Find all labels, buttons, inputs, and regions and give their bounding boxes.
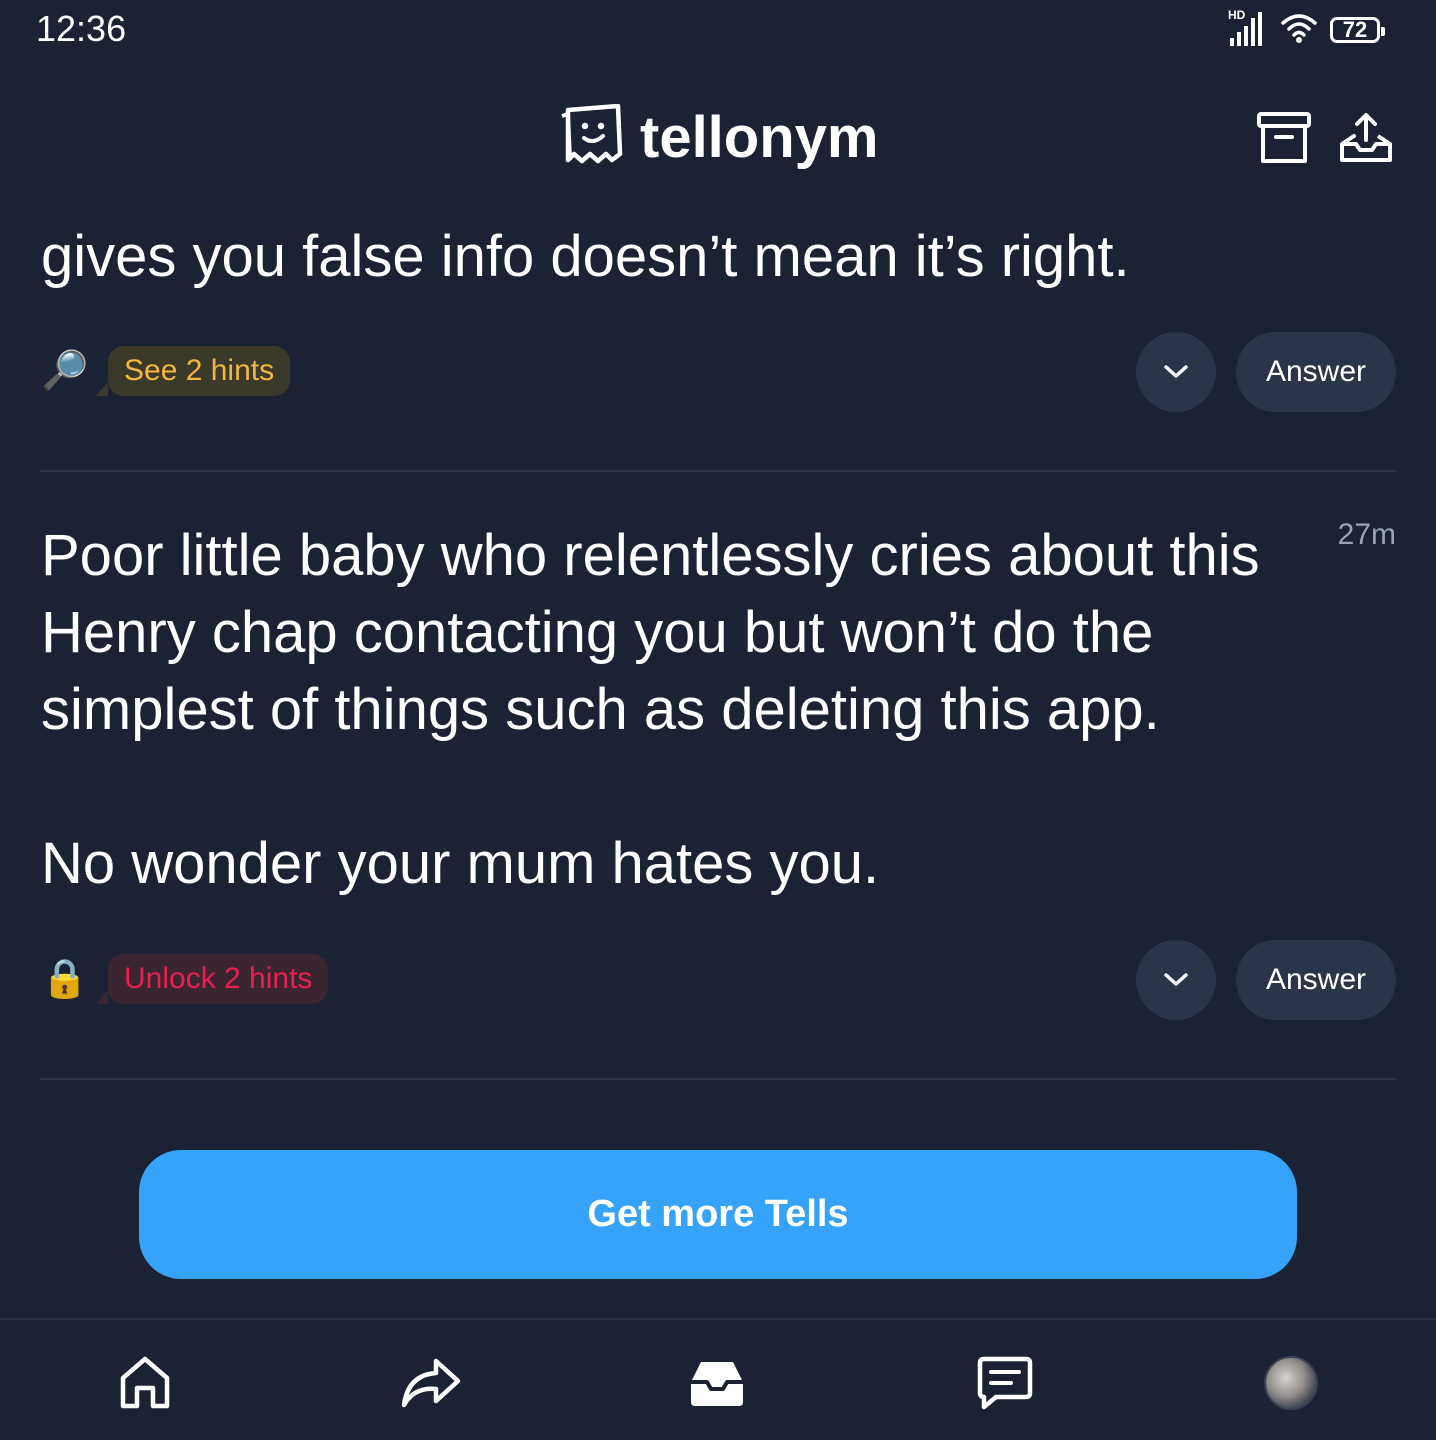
tell-timestamp: 27m: [1337, 518, 1396, 551]
hint-row: 🔎 See 2 hints: [40, 346, 291, 396]
wifi-icon: [1280, 11, 1318, 50]
unlock-hints-button[interactable]: Unlock 2 hints: [95, 954, 329, 1004]
share-icon[interactable]: [396, 1348, 466, 1418]
divider: [40, 1078, 1396, 1080]
status-time: 12:36: [36, 8, 127, 49]
answer-button[interactable]: Answer: [1236, 940, 1396, 1020]
expand-options-button[interactable]: [1136, 332, 1216, 412]
magnifier-icon: 🔎: [41, 350, 89, 392]
share-inbox-icon[interactable]: [1336, 108, 1396, 168]
chat-icon[interactable]: [970, 1348, 1040, 1418]
hint-row: 🔒 Unlock 2 hints: [40, 954, 329, 1004]
get-more-tells-button[interactable]: Get more Tells: [139, 1150, 1297, 1279]
signal-icon: HD: [1228, 8, 1268, 50]
chevron-down-icon: [1164, 365, 1188, 378]
tell-text: Poor little baby who relentlessly cries …: [41, 523, 1260, 896]
home-icon[interactable]: [110, 1348, 180, 1418]
divider: [40, 470, 1396, 472]
status-bar: 12:36 HD 72: [0, 0, 1436, 60]
inbox-icon[interactable]: [682, 1348, 752, 1418]
profile-avatar[interactable]: [1256, 1348, 1326, 1418]
battery-indicator: 72: [1330, 17, 1385, 43]
tell-text: gives you false info doesn’t mean it’s r…: [41, 224, 1130, 289]
brand-logo: tellonym: [560, 103, 879, 171]
chevron-down-icon: [1164, 973, 1188, 986]
brand-name: tellonym: [640, 105, 879, 170]
status-icons: HD 72: [1228, 8, 1385, 50]
archive-icon[interactable]: [1254, 108, 1314, 168]
lock-icon: 🔒: [41, 958, 89, 1000]
answer-button[interactable]: Answer: [1236, 332, 1396, 412]
avatar: [1264, 1356, 1318, 1410]
app-header: tellonym: [0, 90, 1436, 190]
logo-icon: [560, 103, 624, 171]
bottom-nav: [0, 1318, 1436, 1440]
see-hints-button[interactable]: See 2 hints: [95, 346, 291, 396]
battery-level: 72: [1342, 17, 1368, 42]
expand-options-button[interactable]: [1136, 940, 1216, 1020]
